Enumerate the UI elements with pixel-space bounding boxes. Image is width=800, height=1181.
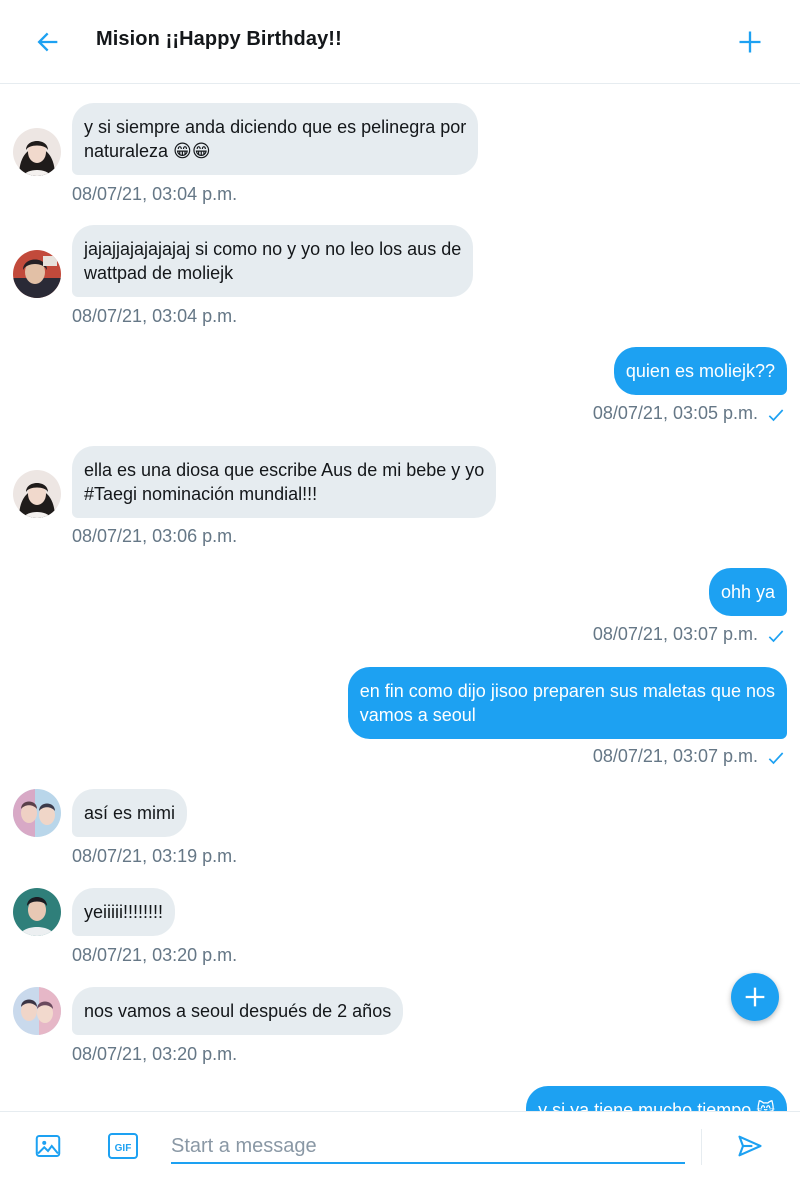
add-image-button[interactable] — [30, 1128, 66, 1164]
sent-check-icon — [768, 630, 784, 643]
message-bubble[interactable]: jajajjajajajajaj si como no y yo no leo … — [72, 225, 474, 297]
avatar[interactable] — [13, 888, 61, 936]
conversation-header: Mision ¡¡Happy Birthday!! — [0, 0, 800, 84]
image-icon — [35, 1135, 61, 1157]
send-icon — [738, 1135, 762, 1157]
sent-check-icon — [768, 752, 784, 765]
message-timestamp: 08/07/21, 03:05 p.m. — [592, 403, 758, 423]
dm-conversation-screen: Mision ¡¡Happy Birthday!! y si siempre a… — [0, 0, 800, 1181]
avatar[interactable] — [13, 987, 61, 1035]
gif-icon: GIF — [108, 1133, 138, 1159]
composer-divider — [701, 1129, 702, 1165]
plus-icon — [739, 31, 761, 53]
add-gif-button[interactable]: GIF — [105, 1128, 141, 1164]
message-text-line: quien es moliejk?? — [625, 361, 775, 381]
message-text-line: wattpad de moliejk — [84, 263, 234, 283]
message-text-line: y si ya tiene mucho tiempo 😸 — [538, 1100, 775, 1111]
message-text-line: y si siempre anda diciendo que es peline… — [84, 117, 467, 137]
message-input[interactable] — [171, 1130, 685, 1164]
message-timestamp: 08/07/21, 03:07 p.m. — [592, 746, 758, 766]
message-text-line: #Taegi nominación mundial!!! — [84, 484, 318, 504]
message-bubble[interactable]: en fin como dijo jisoo preparen sus male… — [347, 667, 787, 739]
message-list[interactable]: y si siempre anda diciendo que es peline… — [0, 84, 800, 1111]
message-timestamp: 08/07/21, 03:04 p.m. — [72, 184, 238, 204]
message-bubble[interactable]: y si ya tiene mucho tiempo 😸 — [526, 1086, 787, 1111]
avatar[interactable] — [13, 250, 61, 298]
message-bubble[interactable]: ella es una diosa que escribe Aus de mi … — [72, 446, 497, 518]
message-text-line: en fin como dijo jisoo preparen sus male… — [359, 681, 775, 701]
avatar[interactable] — [13, 470, 61, 518]
message-text-line: jajajjajajajajaj si como no y yo no leo … — [84, 239, 462, 259]
message-timestamp: 08/07/21, 03:04 p.m. — [72, 306, 238, 326]
message-text-line: yeiiiii!!!!!!!! — [84, 902, 164, 922]
arrow-left-icon — [37, 32, 58, 52]
add-participant-button[interactable] — [728, 22, 772, 62]
compose-fab[interactable] — [731, 973, 779, 1021]
message-bubble[interactable]: y si siempre anda diciendo que es peline… — [72, 103, 479, 175]
message-composer: GIF — [0, 1111, 800, 1181]
back-button[interactable] — [28, 22, 68, 62]
avatar[interactable] — [13, 789, 61, 837]
message-text-line: nos vamos a seoul después de 2 años — [84, 1001, 392, 1021]
message-text-line: vamos a seoul — [359, 705, 476, 725]
message-text-line: ohh ya — [720, 582, 775, 602]
conversation-title: Mision ¡¡Happy Birthday!! — [96, 28, 342, 50]
message-bubble[interactable]: quien es moliejk?? — [613, 347, 787, 395]
send-button[interactable] — [732, 1128, 768, 1164]
plus-icon — [745, 987, 765, 1007]
message-bubble[interactable]: nos vamos a seoul después de 2 años — [72, 987, 404, 1035]
avatar[interactable] — [13, 128, 61, 176]
message-timestamp: 08/07/21, 03:20 p.m. — [72, 945, 238, 965]
sent-check-icon — [768, 409, 784, 422]
message-timestamp: 08/07/21, 03:06 p.m. — [72, 526, 238, 546]
message-bubble[interactable]: ohh ya — [708, 568, 787, 616]
message-text-line: naturaleza 😁😁 — [84, 141, 211, 161]
message-bubble[interactable]: así es mimi — [72, 789, 188, 837]
message-timestamp: 08/07/21, 03:19 p.m. — [72, 846, 238, 866]
message-timestamp: 08/07/21, 03:20 p.m. — [72, 1044, 238, 1064]
message-text-line: así es mimi — [84, 803, 176, 823]
gif-label: GIF — [115, 1143, 132, 1154]
message-timestamp: 08/07/21, 03:07 p.m. — [592, 624, 758, 644]
message-text-line: ella es una diosa que escribe Aus de mi … — [84, 460, 485, 480]
message-bubble[interactable]: yeiiiii!!!!!!!! — [72, 888, 176, 936]
